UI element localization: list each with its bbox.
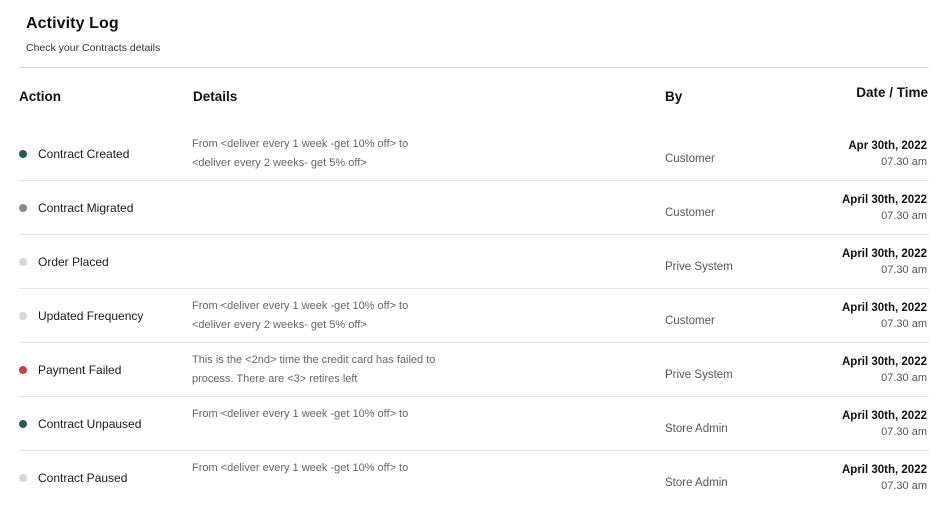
details-line: From <deliver every 1 week -get 10% off>… bbox=[192, 408, 409, 420]
status-dot bbox=[19, 257, 27, 266]
details-text: This is the <2nd> time the credit card h… bbox=[192, 351, 492, 389]
details-text: From <deliver every 1 week -get 10% off>… bbox=[192, 135, 492, 173]
time-value: 07.30 am bbox=[881, 317, 927, 330]
table-row: Payment Failed This is the <2nd> time th… bbox=[19, 343, 929, 397]
date-value: April 30th, 2022 bbox=[841, 193, 927, 206]
date-value: April 30th, 2022 bbox=[841, 355, 927, 368]
status-dot bbox=[19, 419, 27, 428]
page-title: Activity Log bbox=[26, 15, 119, 32]
time-value: 07.30 am bbox=[881, 263, 927, 276]
performed-by: Customer bbox=[665, 152, 715, 165]
performed-by: Prive System bbox=[665, 260, 733, 273]
table-row: Updated Frequency From <deliver every 1 … bbox=[19, 289, 929, 343]
date-value: April 30th, 2022 bbox=[841, 409, 927, 422]
details-line: <deliver every 2 weeks- get 5% off> bbox=[192, 157, 367, 169]
table-row: Contract Created From <deliver every 1 w… bbox=[19, 127, 929, 181]
action-label: Contract Paused bbox=[38, 471, 128, 485]
date-value: April 30th, 2022 bbox=[841, 464, 927, 476]
activity-log-table: Contract Created From <deliver every 1 w… bbox=[19, 127, 929, 505]
action-label: Payment Failed bbox=[38, 362, 122, 377]
performed-by: Store Admin bbox=[665, 422, 728, 435]
action-label: Contract Unpaused bbox=[38, 416, 142, 431]
time-value: 07.30 am bbox=[881, 480, 927, 492]
time-value: 07.30 am bbox=[881, 425, 927, 438]
header-divider bbox=[19, 67, 929, 68]
table-row: Contract Paused From <deliver every 1 we… bbox=[19, 451, 929, 505]
status-dot bbox=[19, 365, 27, 374]
details-line: process. There are <3> retires left bbox=[192, 373, 358, 385]
performed-by: Customer bbox=[665, 206, 715, 219]
action-label: Contract Migrated bbox=[38, 200, 134, 215]
details-line: <deliver every 2 weeks- get 5% off> bbox=[192, 319, 367, 331]
details-text: From <deliver every 1 week -get 10% off>… bbox=[192, 405, 492, 424]
details-line: From <deliver every 1 week -get 10% off>… bbox=[192, 138, 409, 150]
details-line: From <deliver every 1 week -get 10% off>… bbox=[192, 300, 409, 312]
date-value: April 30th, 2022 bbox=[841, 301, 927, 314]
page-subtitle: Check your Contracts details bbox=[26, 42, 161, 54]
date-value: Apr 30th, 2022 bbox=[848, 139, 927, 152]
table-row: Order Placed Prive System April 30th, 20… bbox=[19, 235, 929, 289]
date-time: April 30th, 2022 07.30 am bbox=[842, 354, 927, 386]
column-header-by: By bbox=[665, 89, 683, 104]
date-time: April 30th, 2022 07.30 am bbox=[842, 300, 927, 332]
date-value: April 30th, 2022 bbox=[841, 247, 927, 260]
action-label: Updated Frequency bbox=[38, 308, 144, 323]
action-label: Contract Created bbox=[38, 146, 130, 161]
date-time: April 30th, 2022 07.30 am bbox=[842, 462, 927, 494]
performed-by: Customer bbox=[665, 314, 715, 327]
status-dot bbox=[19, 203, 27, 212]
page-header: Activity Log Check your Contracts detail… bbox=[26, 14, 160, 54]
status-dot bbox=[19, 311, 27, 320]
date-time: Apr 30th, 2022 07.30 am bbox=[848, 138, 927, 170]
time-value: 07.30 am bbox=[881, 209, 927, 222]
column-header-date-time: Date / Time bbox=[856, 85, 928, 100]
column-header-details: Details bbox=[193, 89, 238, 104]
date-time: April 30th, 2022 07.30 am bbox=[842, 246, 927, 278]
date-time: April 30th, 2022 07.30 am bbox=[842, 408, 927, 440]
column-header-action: Action bbox=[19, 89, 61, 104]
date-time: April 30th, 2022 07.30 am bbox=[842, 192, 927, 224]
time-value: 07.30 am bbox=[881, 371, 927, 384]
details-text: From <deliver every 1 week -get 10% off>… bbox=[192, 459, 492, 478]
status-dot bbox=[19, 474, 27, 482]
status-dot bbox=[19, 149, 27, 158]
performed-by: Store Admin bbox=[665, 477, 728, 489]
details-line: From <deliver every 1 week -get 10% off>… bbox=[192, 462, 409, 474]
details-line: This is the <2nd> time the credit card h… bbox=[192, 354, 436, 366]
table-row: Contract Unpaused From <deliver every 1 … bbox=[19, 397, 929, 451]
action-label: Order Placed bbox=[38, 254, 109, 269]
time-value: 07.30 am bbox=[881, 155, 927, 168]
details-text: From <deliver every 1 week -get 10% off>… bbox=[192, 297, 492, 335]
performed-by: Prive System bbox=[665, 368, 733, 381]
table-row: Contract Migrated Customer April 30th, 2… bbox=[19, 181, 929, 235]
